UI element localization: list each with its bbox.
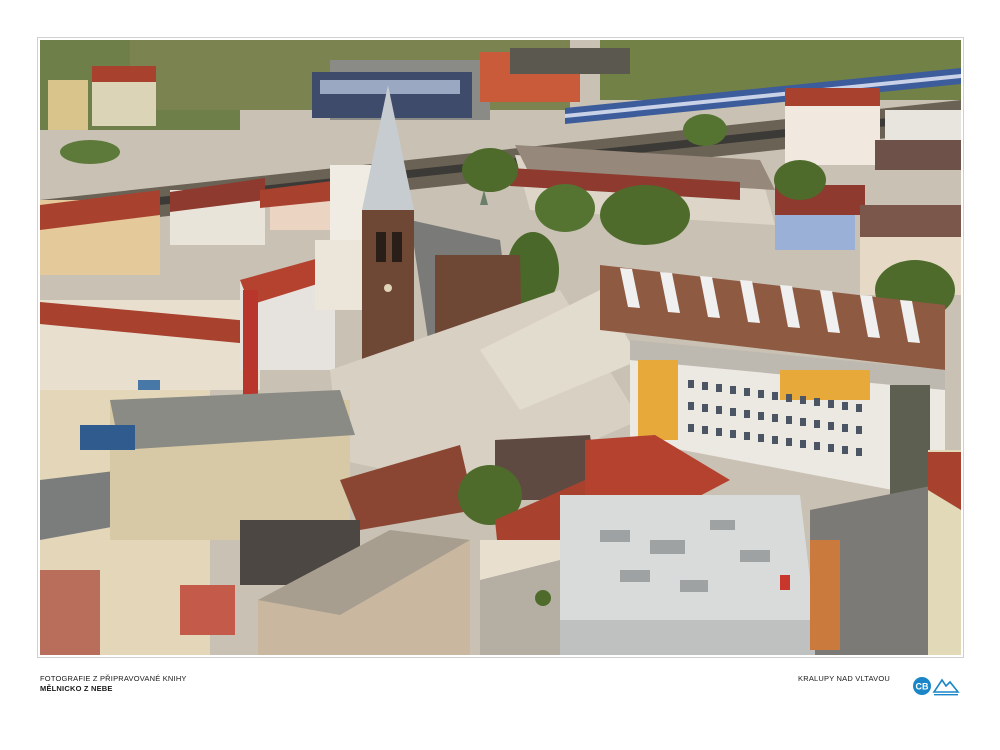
caption-line-1: FOTOGRAFIE Z PŘIPRAVOVANÉ KNIHY <box>40 674 187 683</box>
aerial-photo <box>40 40 961 655</box>
place-name: KRALUPY NAD VLTAVOU <box>798 674 891 683</box>
book-caption: FOTOGRAFIE Z PŘIPRAVOVANÉ KNIHY MĚLNICKO… <box>40 674 187 694</box>
photo-frame <box>38 38 963 657</box>
logo-emblem-text: CB <box>916 682 929 692</box>
logo-mountain-icon <box>932 678 960 693</box>
publisher-logo: CB <box>913 677 960 696</box>
chimney <box>243 290 258 400</box>
caption-line-2: MĚLNICKO Z NEBE <box>40 684 113 693</box>
